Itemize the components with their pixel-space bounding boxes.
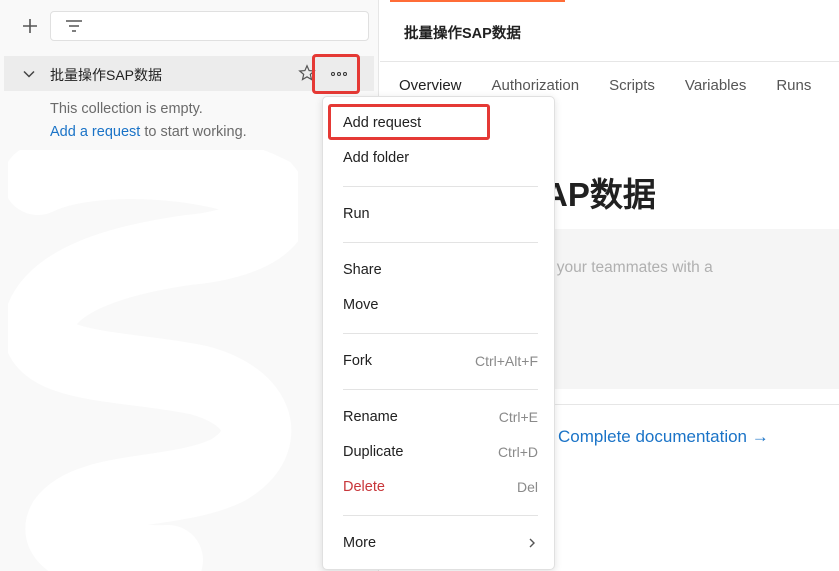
empty-hint: Add a request to start working. xyxy=(50,124,247,140)
filter-icon xyxy=(66,20,82,32)
highlight-box-more xyxy=(312,54,360,94)
empty-hint-suffix: to start working. xyxy=(140,124,247,140)
add-request-link[interactable]: Add a request xyxy=(50,124,140,140)
menu-item-share[interactable]: Share xyxy=(343,256,538,284)
tab-runs[interactable]: Runs xyxy=(776,77,811,94)
collection-name: 批量操作SAP数据 xyxy=(50,67,163,83)
plus-icon xyxy=(23,19,37,33)
menu-item-fork[interactable]: Fork Ctrl+Alt+F xyxy=(343,347,538,375)
redaction-scribble xyxy=(8,150,298,571)
menu-item-add-folder[interactable]: Add folder xyxy=(343,144,538,172)
tab-authorization[interactable]: Authorization xyxy=(492,77,580,94)
tab-overview[interactable]: Overview xyxy=(399,77,462,94)
menu-item-delete[interactable]: Delete Del xyxy=(343,473,538,501)
tab-scripts[interactable]: Scripts xyxy=(609,77,655,94)
collection-context-menu: Add request Add folder Run Share Move Fo… xyxy=(322,96,555,570)
menu-separator xyxy=(343,333,538,334)
tab-bar: Overview Authorization Scripts Variables… xyxy=(399,77,811,94)
highlight-box-add-request xyxy=(328,104,490,140)
filter-input[interactable] xyxy=(50,11,369,41)
menu-item-more[interactable]: More xyxy=(343,529,538,557)
collection-title: 批量操作SAP数据 xyxy=(404,26,521,42)
documentation-link[interactable]: Complete documentation → xyxy=(558,427,769,447)
menu-item-duplicate[interactable]: Duplicate Ctrl+D xyxy=(343,438,538,466)
tab-variables[interactable]: Variables xyxy=(685,77,746,94)
header-divider xyxy=(380,61,839,62)
active-tab-indicator xyxy=(390,0,565,2)
menu-separator xyxy=(343,389,538,390)
menu-separator xyxy=(343,242,538,243)
sidebar-toolbar xyxy=(0,0,379,52)
menu-item-move[interactable]: Move xyxy=(343,291,538,319)
new-button[interactable] xyxy=(18,14,42,38)
menu-separator xyxy=(343,186,538,187)
chevron-right-icon xyxy=(529,538,535,548)
menu-item-rename[interactable]: Rename Ctrl+E xyxy=(343,403,538,431)
menu-separator xyxy=(343,515,538,516)
menu-item-run[interactable]: Run xyxy=(343,200,538,228)
empty-message: This collection is empty. xyxy=(50,101,203,117)
chevron-down-icon[interactable] xyxy=(22,67,36,81)
